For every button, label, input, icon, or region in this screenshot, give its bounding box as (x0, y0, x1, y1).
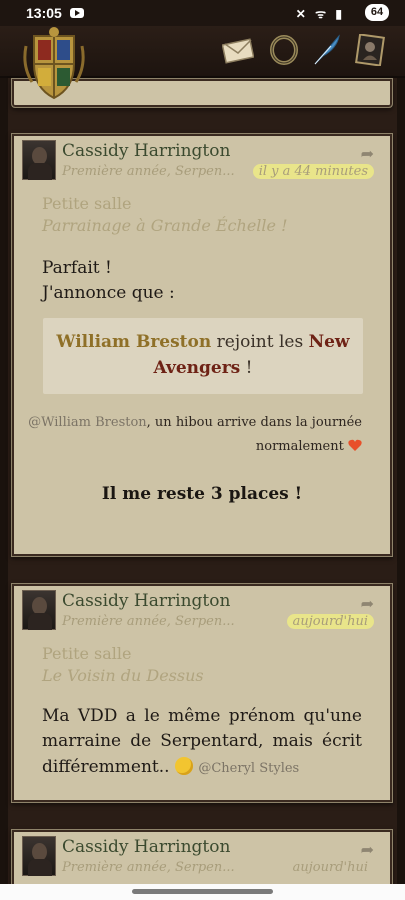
avatar[interactable] (22, 836, 56, 876)
member-name: William Breston (56, 332, 212, 352)
post-text: Parfait ! J'annonce que : (42, 256, 362, 306)
announcement-text: rejoint les (211, 332, 309, 352)
portrait-icon[interactable] (354, 34, 386, 66)
status-bar: 13:05 ✕ ᯤ ▮ 64 (0, 0, 405, 26)
status-time: 13:05 (26, 5, 62, 21)
post-time: il y a 44 minutes (252, 164, 374, 179)
post-line: J'annonce que : (42, 283, 175, 303)
share-icon[interactable]: ➦ (361, 840, 374, 859)
post-closing: Il me reste 3 places ! (101, 484, 303, 504)
post-note: @William Breston, un hibou arrive dans l… (28, 411, 362, 459)
post-rank: Première année, Serpen... (62, 860, 235, 875)
post-forum[interactable]: Petite salle (42, 194, 132, 213)
post-thread[interactable]: Le Voisin du Dessus (42, 666, 204, 685)
post-author[interactable]: Cassidy Harrington (62, 837, 230, 857)
envelope-icon[interactable] (222, 34, 254, 66)
post-time: aujourd'hui (292, 860, 368, 875)
quill-icon[interactable] (311, 34, 343, 66)
post-card: Cassidy Harrington Première année, Serpe… (11, 133, 393, 557)
avatar[interactable] (22, 590, 56, 630)
post-line: différemment.. (42, 757, 170, 777)
smile-emoji-icon (174, 757, 193, 775)
post-line: Ma VDD a le même prénom qu'une (42, 706, 362, 726)
note-text: , un hibou arrive dans la journée (146, 415, 362, 430)
announcement-box: William Breston rejoint les New Avengers… (43, 318, 363, 394)
post-author[interactable]: Cassidy Harrington (62, 141, 230, 161)
frame-right (397, 78, 405, 890)
system-nav-bar (0, 884, 405, 900)
note-text-2: normalement (255, 439, 344, 454)
post-thread[interactable]: Parrainage à Grande Échelle ! (42, 216, 288, 235)
home-indicator[interactable] (132, 889, 273, 894)
post-rank: Première année, Serpen... (62, 164, 235, 179)
frame-left (0, 78, 8, 890)
post-text: Ma VDD a le même prénom qu'une marraine … (42, 704, 362, 781)
ring-icon[interactable] (268, 34, 300, 66)
share-icon[interactable]: ➦ (361, 144, 374, 163)
heart-icon (348, 439, 362, 451)
post-forum[interactable]: Petite salle (42, 644, 132, 663)
post-time: aujourd'hui (286, 614, 374, 629)
post-line: marraine de Serpentard, mais écrit (42, 731, 362, 751)
crest-icon[interactable] (22, 26, 86, 100)
post-card: Cassidy Harrington Première année, Serpe… (11, 583, 393, 803)
mention-link[interactable]: @Cheryl Styles (198, 761, 299, 776)
battery-icon: 64 (365, 4, 389, 21)
post-card: Cassidy Harrington Première année, Serpe… (11, 829, 393, 889)
mention-link[interactable]: @William Breston (28, 415, 147, 430)
youtube-icon (70, 8, 84, 18)
announcement-end: ! (240, 358, 253, 378)
post-line: Parfait ! (42, 258, 112, 278)
status-icons: ✕ ᯤ ▮ (295, 7, 345, 21)
share-icon[interactable]: ➦ (361, 594, 374, 613)
post-author[interactable]: Cassidy Harrington (62, 591, 230, 611)
avatar[interactable] (22, 140, 56, 180)
post-rank: Première année, Serpen... (62, 614, 235, 629)
